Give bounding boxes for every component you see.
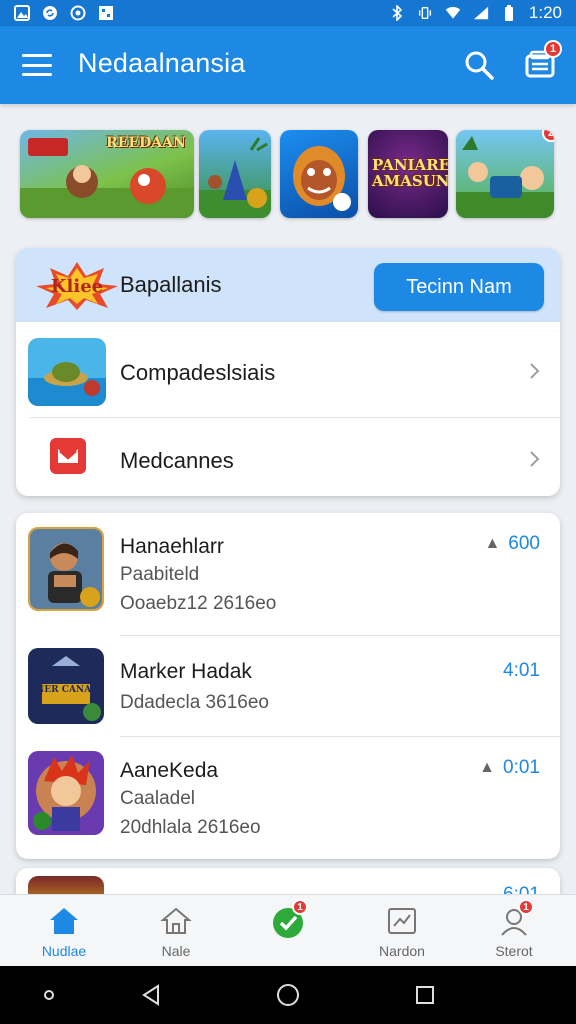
game-name: Marker Hadak	[120, 660, 252, 683]
chevron-right-icon	[530, 363, 540, 379]
sync-icon	[42, 5, 58, 21]
search-icon	[465, 51, 494, 80]
game-row[interactable]: Hanaehlarr Paabiteld Ooaebz12 2616eo ▲ 6…	[16, 513, 560, 635]
menu-button[interactable]	[20, 50, 54, 80]
status-bar: 1:20	[0, 0, 576, 26]
profile-icon: 1	[496, 899, 534, 939]
banner-game-2-icon	[199, 137, 271, 218]
game-meta: 20dhlala 2616eo	[120, 817, 261, 838]
castle-icon-text: HANER CANAION	[28, 685, 104, 695]
featured-title: Bapallanis	[120, 272, 222, 297]
store-badge: 1	[544, 40, 562, 58]
island-thumbnail	[28, 338, 106, 406]
mail-icon	[50, 438, 86, 474]
menu-icon-line	[22, 54, 52, 57]
menu-icon-line	[22, 73, 52, 76]
house-outline-icon	[158, 903, 194, 939]
banner-tile[interactable]	[280, 130, 358, 218]
nav-tab-house[interactable]: Nale	[126, 903, 226, 963]
nav-tab-home[interactable]: Nudlae	[14, 903, 114, 963]
store-button[interactable]: 1	[522, 40, 562, 82]
game-row[interactable]: AaneKeda Caaladel 20dhlala 2616eo ▲ 0:01	[16, 737, 560, 859]
list-item[interactable]: Compadeslsiais	[16, 328, 560, 416]
system-navigation-bar	[0, 966, 576, 1024]
banner-tile[interactable]: PANIARE AMASUN	[368, 130, 448, 218]
status-bar-left	[14, 5, 114, 21]
nav-tab-check[interactable]: 1	[238, 899, 338, 963]
wifi-icon	[445, 5, 461, 21]
games-card: Hanaehlarr Paabiteld Ooaebz12 2616eo ▲ 6…	[16, 513, 560, 859]
banner-title: PANIARE AMASUN	[372, 156, 448, 190]
game-subtitle: Ddadecla 3616eo	[120, 692, 269, 713]
grid-icon	[98, 5, 114, 21]
chart-frame-icon	[384, 903, 420, 939]
game-score-value: 600	[508, 533, 540, 554]
battery-icon	[501, 5, 517, 21]
back-triangle-icon	[142, 984, 159, 1006]
nav-badge: 1	[518, 899, 534, 915]
home-icon	[46, 903, 82, 939]
photo-icon	[14, 5, 30, 21]
signal-icon	[473, 5, 489, 21]
game-score: ▲ 0:01	[479, 757, 540, 779]
hero-boy-icon	[28, 751, 104, 835]
banner-tile[interactable]: 2	[456, 130, 554, 218]
bottom-navigation: Nudlae Nale 1 Nardon 1 Sterot	[0, 894, 576, 966]
trend-up-icon: ▲	[484, 535, 501, 552]
featured-action-button[interactable]: Tecinn Nam	[374, 263, 544, 311]
recents-square-icon	[416, 986, 434, 1004]
app-title: Nedaalnansia	[78, 48, 246, 78]
green-check-icon: 1	[270, 899, 308, 939]
recents-button[interactable]	[412, 982, 438, 1008]
game-subtitle: Caaladel	[120, 788, 195, 809]
chevron-right-icon	[530, 451, 540, 467]
logo-text: Kliee	[51, 276, 103, 297]
nav-label: Sterot	[495, 943, 533, 959]
vibrate-icon	[417, 5, 433, 21]
warrior-woman-icon	[28, 527, 104, 611]
banner-tile[interactable]: REEDAAN	[20, 130, 194, 218]
banner-title: REEDAAN	[106, 135, 186, 151]
featured-logo: Kliee	[34, 260, 120, 310]
game-name: AaneKeda	[120, 759, 219, 782]
banner-game-5-icon	[456, 136, 554, 218]
nav-badge: 1	[292, 899, 308, 915]
nav-label: Nudlae	[41, 943, 87, 959]
menu-icon-line	[22, 63, 52, 67]
trend-up-icon: ▲	[479, 759, 496, 776]
assistant-dot-button[interactable]	[36, 982, 62, 1008]
game-score: 4:01	[503, 660, 540, 682]
home-circle-icon	[277, 984, 299, 1006]
target-icon	[70, 5, 86, 21]
nav-tab-stats[interactable]: Nardon	[352, 903, 452, 963]
nav-tab-profile[interactable]: 1 Sterot	[464, 899, 564, 963]
castle-game-icon: HANER CANAION	[28, 648, 104, 724]
featured-card-header: Kliee Bapallanis Tecinn Nam	[16, 248, 560, 322]
dot-icon	[44, 990, 54, 1000]
game-score-value: 0:01	[503, 757, 540, 778]
status-time: 1:20	[528, 3, 562, 22]
game-row[interactable]: HANER CANAION Marker Hadak Ddadecla 3616…	[16, 636, 560, 736]
list-item-label: Compadeslsiais	[120, 360, 276, 385]
nav-label: Nale	[161, 943, 191, 959]
app-bar: Nedaalnansia 1	[0, 26, 576, 104]
game-score: ▲ 600	[484, 533, 540, 555]
game-subtitle: Paabiteld	[120, 564, 200, 585]
game-meta: Ooaebz12 2616eo	[120, 593, 277, 614]
nav-label: Nardon	[379, 943, 425, 959]
search-button[interactable]	[462, 48, 496, 82]
back-button[interactable]	[138, 982, 164, 1008]
list-item-label: Medcannes	[120, 448, 234, 473]
featured-card: Kliee Bapallanis Tecinn Nam Compadeslsia…	[16, 248, 560, 496]
list-item[interactable]: Medcannes	[16, 416, 560, 496]
banner-tile[interactable]	[199, 130, 271, 218]
game-name: Hanaehlarr	[120, 535, 224, 558]
starburst-logo-icon: Kliee	[36, 262, 118, 310]
home-button[interactable]	[275, 982, 301, 1008]
bluetooth-icon	[389, 5, 405, 21]
status-bar-right: 1:20	[389, 3, 562, 23]
game-score-value: 4:01	[503, 660, 540, 681]
banner-game-3-icon	[293, 146, 351, 211]
